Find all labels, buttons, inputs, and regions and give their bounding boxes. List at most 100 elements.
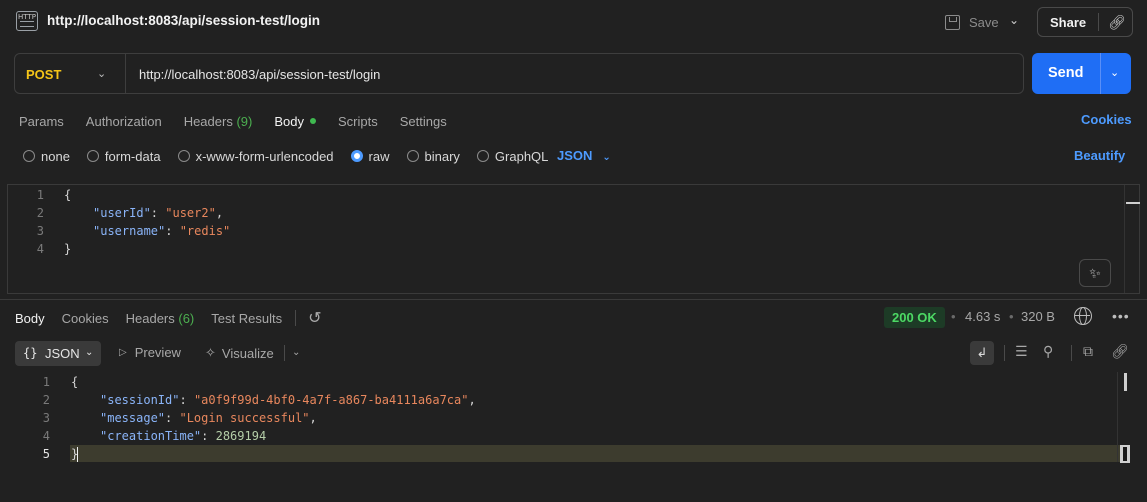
code-line: "sessionId": "a0f9f99d-4bf0-4a7f-a867-ba… bbox=[100, 393, 476, 407]
divider bbox=[125, 54, 126, 93]
tab-scripts[interactable]: Scripts bbox=[338, 114, 378, 129]
word-wrap-icon[interactable]: ↲ bbox=[970, 341, 994, 365]
save-options-chevron-icon[interactable]: ⌄ bbox=[1009, 13, 1019, 27]
tab-settings[interactable]: Settings bbox=[400, 114, 447, 129]
scrollbar-thumb[interactable] bbox=[1124, 373, 1127, 391]
tab-test-results[interactable]: Test Results bbox=[211, 311, 282, 326]
radio-dot bbox=[23, 150, 35, 162]
body-language-select[interactable]: JSON ⌄ bbox=[557, 148, 611, 163]
current-line-highlight bbox=[70, 445, 1124, 462]
radio-binary[interactable]: binary bbox=[406, 149, 460, 164]
radio-dot bbox=[86, 150, 99, 162]
divider bbox=[1098, 13, 1099, 31]
scrollbar[interactable] bbox=[1124, 185, 1125, 293]
tab-params[interactable]: Params bbox=[19, 114, 64, 129]
body-type-radios: none form-data x-www-form-urlencoded raw… bbox=[23, 148, 565, 164]
url-input[interactable]: http://localhost:8083/api/session-test/l… bbox=[139, 67, 380, 82]
radio-graphql[interactable]: GraphQL bbox=[476, 149, 548, 164]
radio-dot-selected bbox=[350, 150, 363, 162]
radio-dot bbox=[406, 150, 419, 162]
code-line: "username": "redis" bbox=[93, 224, 231, 238]
headers-count: (6) bbox=[178, 310, 195, 326]
chevron-down-icon[interactable]: ⌄ bbox=[97, 67, 106, 80]
request-title[interactable]: http://localhost:8083/api/session-test/l… bbox=[47, 13, 320, 28]
code-line: "userId": "user2", bbox=[93, 206, 224, 220]
scrollbar-thumb[interactable] bbox=[1126, 202, 1140, 204]
visualize-button[interactable]: ✧ Visualize bbox=[205, 345, 274, 361]
line-number: 5 bbox=[42, 447, 50, 461]
response-format-select[interactable]: {} JSON ⌄ bbox=[15, 341, 101, 366]
link-icon[interactable]: 🔗︎ bbox=[1111, 343, 1129, 360]
tab-headers[interactable]: Headers (9) bbox=[184, 114, 253, 129]
http-request-icon: HTTP bbox=[16, 11, 38, 31]
status-badge[interactable]: 200 OK bbox=[884, 307, 945, 328]
divider bbox=[295, 310, 297, 326]
chevron-down-icon: ⌄ bbox=[602, 152, 611, 163]
preview-button[interactable]: ▷ Preview bbox=[119, 345, 181, 360]
line-number: 1 bbox=[42, 375, 50, 389]
filter-icon[interactable]: ☰ bbox=[1015, 343, 1028, 360]
response-tabs: Body Cookies Headers (6) Test Results ↺ bbox=[15, 309, 321, 327]
beautify-button[interactable]: Beautify bbox=[1074, 148, 1125, 163]
code-line: { bbox=[64, 188, 72, 202]
copy-link-icon[interactable]: 🔗︎ bbox=[1108, 14, 1126, 31]
response-time[interactable]: 4.63 s bbox=[965, 309, 1000, 324]
radio-form-data[interactable]: form-data bbox=[86, 149, 161, 164]
divider bbox=[284, 345, 285, 361]
network-globe-icon[interactable] bbox=[1074, 307, 1092, 325]
tab-authorization[interactable]: Authorization bbox=[86, 114, 162, 129]
line-number: 1 bbox=[36, 188, 44, 202]
play-icon: ▷ bbox=[119, 347, 127, 358]
radio-dot bbox=[476, 150, 489, 162]
radio-dot bbox=[177, 150, 190, 162]
separator-dot: • bbox=[951, 309, 956, 324]
tab-response-cookies[interactable]: Cookies bbox=[62, 311, 109, 326]
cookies-link[interactable]: Cookies bbox=[1081, 112, 1132, 127]
send-button[interactable]: Send ⌄ bbox=[1032, 53, 1131, 94]
radio-raw[interactable]: raw bbox=[350, 149, 390, 164]
method-select[interactable]: POST bbox=[26, 67, 61, 82]
code-line: "message": "Login successful", bbox=[100, 411, 317, 425]
visualize-icon: ✧ bbox=[205, 345, 216, 360]
url-bar: POST ⌄ http://localhost:8083/api/session… bbox=[14, 53, 1024, 94]
tab-response-headers[interactable]: Headers (6) bbox=[126, 311, 195, 326]
chevron-down-icon[interactable]: ⌄ bbox=[292, 347, 300, 358]
format-label: JSON bbox=[45, 346, 80, 361]
more-options-icon[interactable]: ••• bbox=[1112, 308, 1130, 324]
scrollbar-thumb[interactable] bbox=[1120, 445, 1130, 463]
code-line: { bbox=[71, 375, 79, 389]
line-number: 3 bbox=[36, 224, 44, 238]
save-icon bbox=[945, 14, 960, 30]
code-line: } bbox=[64, 242, 72, 256]
modified-dot-icon bbox=[309, 117, 316, 124]
request-body-editor[interactable]: 1 2 3 4 { "userId": "user2", "username":… bbox=[7, 184, 1140, 294]
send-options-chevron-icon[interactable]: ⌄ bbox=[1110, 66, 1119, 79]
braces-icon: {} bbox=[23, 346, 38, 360]
share-group: Share 🔗︎ bbox=[1037, 7, 1133, 37]
search-icon[interactable]: ⚲ bbox=[1043, 343, 1053, 360]
copy-icon[interactable]: ⧉ bbox=[1083, 343, 1093, 360]
top-bar: HTTP http://localhost:8083/api/session-t… bbox=[0, 0, 1147, 44]
save-button[interactable]: Save bbox=[945, 11, 999, 33]
radio-x-www-form-urlencoded[interactable]: x-www-form-urlencoded bbox=[177, 149, 334, 164]
scrollbar[interactable] bbox=[1117, 372, 1118, 462]
divider bbox=[1004, 345, 1005, 361]
tab-body[interactable]: Body bbox=[274, 114, 316, 129]
share-button[interactable]: Share bbox=[1050, 15, 1086, 30]
line-number: 3 bbox=[42, 411, 50, 425]
tab-response-body[interactable]: Body bbox=[15, 311, 45, 326]
history-icon[interactable]: ↺ bbox=[308, 308, 321, 328]
divider bbox=[1071, 345, 1072, 361]
response-size[interactable]: 320 B bbox=[1021, 309, 1055, 324]
divider bbox=[0, 299, 1147, 300]
line-number: 4 bbox=[36, 242, 44, 256]
text-cursor bbox=[77, 447, 78, 462]
ai-assist-icon[interactable]: ✨︎ bbox=[1079, 259, 1111, 287]
chevron-down-icon: ⌄ bbox=[85, 347, 94, 358]
separator-dot: • bbox=[1009, 309, 1014, 324]
line-number: 2 bbox=[36, 206, 44, 220]
request-tabs: Params Authorization Headers (9) Body Sc… bbox=[19, 112, 469, 130]
radio-none[interactable]: none bbox=[23, 149, 70, 164]
response-body-viewer[interactable]: 1 2 3 4 5 { "sessionId": "a0f9f99d-4bf0-… bbox=[0, 372, 1147, 502]
code-line: "creationTime": 2869194 bbox=[100, 429, 267, 443]
